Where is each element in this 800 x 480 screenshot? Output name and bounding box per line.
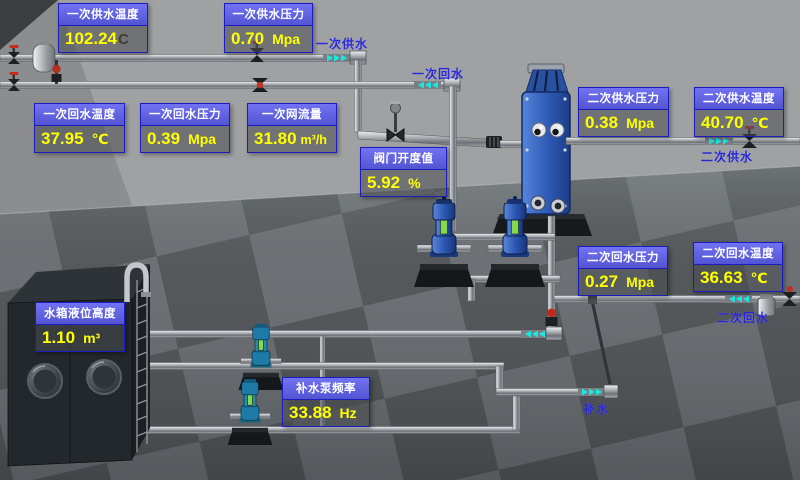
panel-value: 40.70 — [701, 113, 744, 133]
panel-tank-level: 水箱液位高度 1.10 m³ — [35, 302, 125, 352]
pipe-label-makeup: 补水 — [583, 400, 609, 417]
panel-value: 102.24 — [65, 29, 117, 49]
panel-title: 一次网流量 — [248, 104, 336, 126]
panel-title: 二次回水温度 — [694, 243, 782, 265]
pump-running-indicator — [441, 220, 448, 234]
water-tank — [8, 264, 151, 466]
pipe-label-primary-return: 一次回水 — [412, 65, 464, 82]
panel-title: 一次回水压力 — [141, 104, 229, 126]
panel-primary-supply-temp: 一次供水温度 102.24C — [58, 3, 148, 53]
panel-unit: m³/h — [301, 133, 327, 147]
panel-unit: Hz — [340, 405, 357, 421]
panel-unit: ℃ — [751, 270, 768, 287]
panel-unit: Mpa — [626, 274, 654, 290]
panel-title: 补水泵频率 — [283, 378, 369, 400]
panel-unit: Mpa — [626, 115, 654, 131]
panel-primary-flow: 一次网流量 31.80 m³/h — [247, 103, 337, 153]
panel-value: 1.10 — [42, 328, 75, 348]
pipe-label-primary-supply: 一次供水 — [316, 35, 368, 52]
panel-secondary-return-pressure: 二次回水压力 0.27 Mpa — [578, 246, 668, 296]
panel-title: 二次供水温度 — [695, 88, 783, 110]
panel-title: 一次供水压力 — [225, 4, 312, 26]
panel-title: 一次回水温度 — [35, 104, 124, 126]
panel-title: 二次回水压力 — [579, 247, 667, 269]
panel-value: 0.70 — [231, 29, 264, 49]
panel-value: 0.39 — [147, 129, 180, 149]
panel-title: 阀门开度值 — [361, 148, 446, 170]
panel-unit: ℃ — [752, 115, 769, 132]
panel-title: 二次供水压力 — [579, 88, 668, 110]
panel-value: 33.88 — [289, 403, 332, 423]
scene-3d — [0, 0, 800, 480]
pump-running-indicator — [258, 340, 263, 351]
panel-primary-return-temp: 一次回水温度 37.95 ℃ — [34, 103, 125, 153]
panel-unit: m³ — [83, 330, 100, 346]
heat-exchanger — [522, 64, 570, 214]
panel-primary-supply-pressure: 一次供水压力 0.70 Mpa — [224, 3, 313, 53]
panel-makeup-pump-frequency: 补水泵频率 33.88 Hz — [282, 377, 370, 427]
panel-unit: C — [118, 31, 129, 48]
panel-secondary-supply-pressure: 二次供水压力 0.38 Mpa — [578, 87, 669, 137]
panel-value: 36.63 — [700, 268, 743, 288]
hmi-heating-station-screen: 一次供水温度 102.24C 一次供水压力 0.70 Mpa 一次回水温度 37.… — [0, 0, 800, 480]
pump-running-indicator — [247, 395, 252, 406]
panel-title: 水箱液位高度 — [36, 303, 124, 325]
panel-value: 0.27 — [585, 272, 618, 292]
panel-value: 37.95 — [41, 129, 84, 149]
panel-unit: Mpa — [188, 131, 216, 147]
panel-primary-return-pressure: 一次回水压力 0.39 Mpa — [140, 103, 230, 153]
panel-unit: Mpa — [272, 31, 300, 47]
panel-valve-opening: 阀门开度值 5.92% — [360, 147, 447, 197]
panel-value: 31.80 — [254, 129, 297, 149]
tank-manhole-icon — [28, 364, 62, 398]
panel-title: 一次供水温度 — [59, 4, 147, 26]
panel-secondary-return-temp: 二次回水温度 36.63 ℃ — [693, 242, 783, 292]
panel-unit: ℃ — [92, 131, 109, 148]
panel-unit: % — [408, 175, 420, 191]
panel-secondary-supply-temp: 二次供水温度 40.70 ℃ — [694, 87, 784, 137]
air-separator-icon — [33, 41, 55, 72]
panel-value: 5.92 — [367, 173, 400, 193]
panel-value: 0.38 — [585, 113, 618, 133]
pump-running-indicator — [512, 220, 519, 234]
pipe-label-secondary-supply: 二次供水 — [701, 148, 753, 165]
tank-manhole-icon — [87, 360, 121, 394]
pipe-label-secondary-return: 二次回水 — [717, 309, 769, 326]
